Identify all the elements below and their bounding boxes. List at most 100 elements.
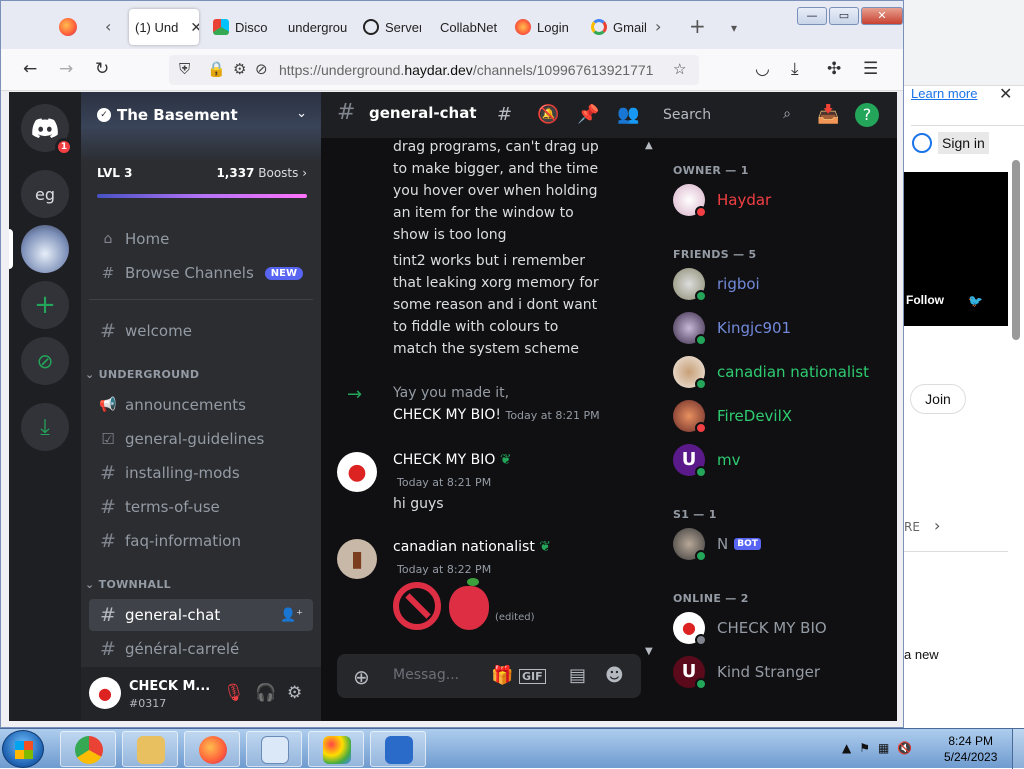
autoplay-blocked-icon[interactable]: ⊘: [255, 60, 268, 78]
headphones-icon[interactable]: 🎧: [255, 683, 276, 703]
tab-server[interactable]: Server: [363, 9, 421, 45]
url-text[interactable]: https://underground.haydar.dev/channels/…: [279, 62, 669, 78]
new-tab-icon[interactable]: +: [689, 14, 706, 38]
pocket-icon[interactable]: ◡: [755, 59, 770, 79]
tab-collabnet[interactable]: CollabNet: [440, 9, 500, 45]
inbox-icon[interactable]: 📥: [817, 104, 839, 125]
avatar[interactable]: ▮: [337, 539, 377, 579]
member-rigboi[interactable]: rigboi: [673, 266, 893, 302]
message-input[interactable]: Messag...: [393, 667, 459, 683]
add-attachment-icon[interactable]: ⊕: [353, 665, 370, 689]
server-eg[interactable]: eg: [21, 170, 69, 218]
channel-terms-of-use[interactable]: # terms-of-use: [89, 491, 313, 523]
channel-installing-mods[interactable]: # installing-mods: [89, 457, 313, 489]
scrollbar[interactable]: [1012, 160, 1020, 340]
direct-messages-button[interactable]: 1: [21, 104, 73, 156]
member-list-icon[interactable]: 👥: [617, 104, 639, 125]
category-underground[interactable]: ⌄ UNDERGROUND: [85, 368, 199, 381]
channel-general-guidelines[interactable]: ☑ general-guidelines: [89, 423, 313, 455]
tab-discord[interactable]: Disco: [213, 9, 269, 45]
settings-gear-icon[interactable]: ⚙: [287, 683, 302, 703]
volume-muted-icon[interactable]: 🔇: [897, 741, 912, 755]
channel-general-chat[interactable]: # general-chat 👤⁺: [89, 599, 313, 631]
emoji-icon[interactable]: ☻: [605, 665, 624, 686]
sign-in-button[interactable]: Sign in: [904, 128, 997, 158]
gift-icon[interactable]: 🎁: [491, 665, 513, 686]
scroll-down-icon[interactable]: ▼: [645, 646, 653, 657]
member-mv[interactable]: U mv: [673, 442, 893, 478]
close-icon[interactable]: ✕: [999, 84, 1012, 103]
threads-icon[interactable]: #: [497, 104, 512, 125]
sticker-icon[interactable]: ▤: [569, 665, 586, 686]
channel-faq-information[interactable]: # faq-information: [89, 525, 313, 557]
forward-icon[interactable]: →: [59, 59, 73, 79]
permissions-icon[interactable]: ⚙: [233, 60, 246, 78]
member-n-bot[interactable]: N BOT: [673, 526, 893, 562]
tab-gmail[interactable]: Gmail: [591, 9, 647, 45]
follow-button[interactable]: Follow: [906, 293, 944, 307]
message-author[interactable]: canadian nationalist ❦: [393, 539, 551, 555]
avatar[interactable]: ●: [89, 677, 121, 709]
chevron-right-icon[interactable]: ›: [934, 516, 940, 535]
firefox-icon[interactable]: [59, 18, 77, 36]
download-apps-icon[interactable]: ⤓: [21, 403, 69, 451]
channel-welcome[interactable]: # welcome: [89, 315, 313, 347]
tab-scroll-left-icon[interactable]: ‹: [105, 17, 111, 36]
taskbar-chrome[interactable]: [60, 731, 116, 767]
action-center-icon[interactable]: ⚑: [859, 741, 870, 755]
boost-count[interactable]: 1,337 Boosts ›: [216, 166, 307, 180]
taskbar-app[interactable]: [370, 731, 426, 767]
taskbar-notepad[interactable]: [246, 731, 302, 767]
server-the-basement[interactable]: [21, 225, 69, 273]
taskbar-firefox[interactable]: [184, 731, 240, 767]
avatar[interactable]: ●: [337, 452, 377, 492]
chevron-down-icon[interactable]: ▾: [731, 21, 737, 35]
chat-scrollbar[interactable]: ▲ ▼: [643, 140, 655, 660]
lock-icon[interactable]: 🔒: [207, 60, 226, 78]
close-icon[interactable]: ✕: [190, 19, 199, 36]
member-kingjc901[interactable]: Kingjc901: [673, 310, 893, 346]
add-server-icon[interactable]: +: [21, 281, 69, 329]
search-input[interactable]: Search ⌕: [655, 101, 799, 129]
join-button[interactable]: Join: [910, 384, 966, 414]
tab-scroll-right-icon[interactable]: ›: [655, 17, 661, 36]
chevron-down-icon[interactable]: ⌄: [296, 106, 307, 121]
scroll-up-icon[interactable]: ▲: [645, 140, 653, 151]
taskbar-paint[interactable]: [308, 731, 364, 767]
invite-user-icon[interactable]: 👤⁺: [280, 608, 303, 623]
nav-home[interactable]: ⌂ Home: [89, 223, 313, 255]
gif-icon[interactable]: GIF: [519, 669, 546, 684]
nav-browse-channels[interactable]: # Browse Channels NEW: [89, 257, 313, 289]
minimize-icon[interactable]: —: [797, 7, 827, 25]
notifications-muted-icon[interactable]: 🔕: [537, 104, 559, 125]
tab-login[interactable]: Login: [515, 9, 575, 45]
extensions-icon[interactable]: ✣: [827, 59, 841, 79]
member-canadian-nationalist[interactable]: canadian nationalist: [673, 354, 893, 390]
category-townhall[interactable]: ⌄ TOWNHALL: [85, 578, 171, 591]
taskbar-explorer[interactable]: [122, 731, 178, 767]
bookmark-star-icon[interactable]: ☆: [673, 60, 686, 78]
show-desktop-button[interactable]: [1012, 729, 1024, 769]
channel-announcements[interactable]: 📢 announcements: [89, 389, 313, 421]
shield-icon[interactable]: ⛨: [179, 60, 190, 78]
member-kind-stranger[interactable]: U Kind Stranger: [673, 654, 893, 690]
message-author[interactable]: CHECK MY BIO ❦: [393, 452, 512, 468]
pinned-messages-icon[interactable]: 📌: [577, 104, 599, 125]
reload-icon[interactable]: ↻: [95, 59, 109, 79]
join-username[interactable]: CHECK MY BIO: [393, 407, 495, 423]
back-icon[interactable]: ←: [23, 59, 37, 79]
restore-icon[interactable]: ▭: [829, 7, 859, 25]
tab-underground-2[interactable]: undergrou: [288, 9, 348, 45]
tab-underground[interactable]: (1) Und ✕: [129, 9, 199, 45]
explore-compass-icon[interactable]: ⊘: [21, 337, 69, 385]
member-check-my-bio[interactable]: ● CHECK MY BIO: [673, 610, 893, 646]
start-button[interactable]: [2, 730, 44, 768]
help-icon[interactable]: ?: [855, 103, 879, 127]
server-header[interactable]: ✓ The Basement: [97, 106, 238, 124]
mute-microphone-icon[interactable]: 🎙: [223, 683, 245, 703]
message-composer[interactable]: ⊕ Messag... 🎁 GIF ▤ ☻: [337, 654, 641, 698]
member-haydar[interactable]: Haydar: [673, 182, 893, 218]
hamburger-menu-icon[interactable]: ☰: [863, 59, 878, 79]
network-icon[interactable]: ▦: [878, 741, 889, 755]
channel-general-carrele[interactable]: # général-carrelé: [89, 633, 313, 665]
